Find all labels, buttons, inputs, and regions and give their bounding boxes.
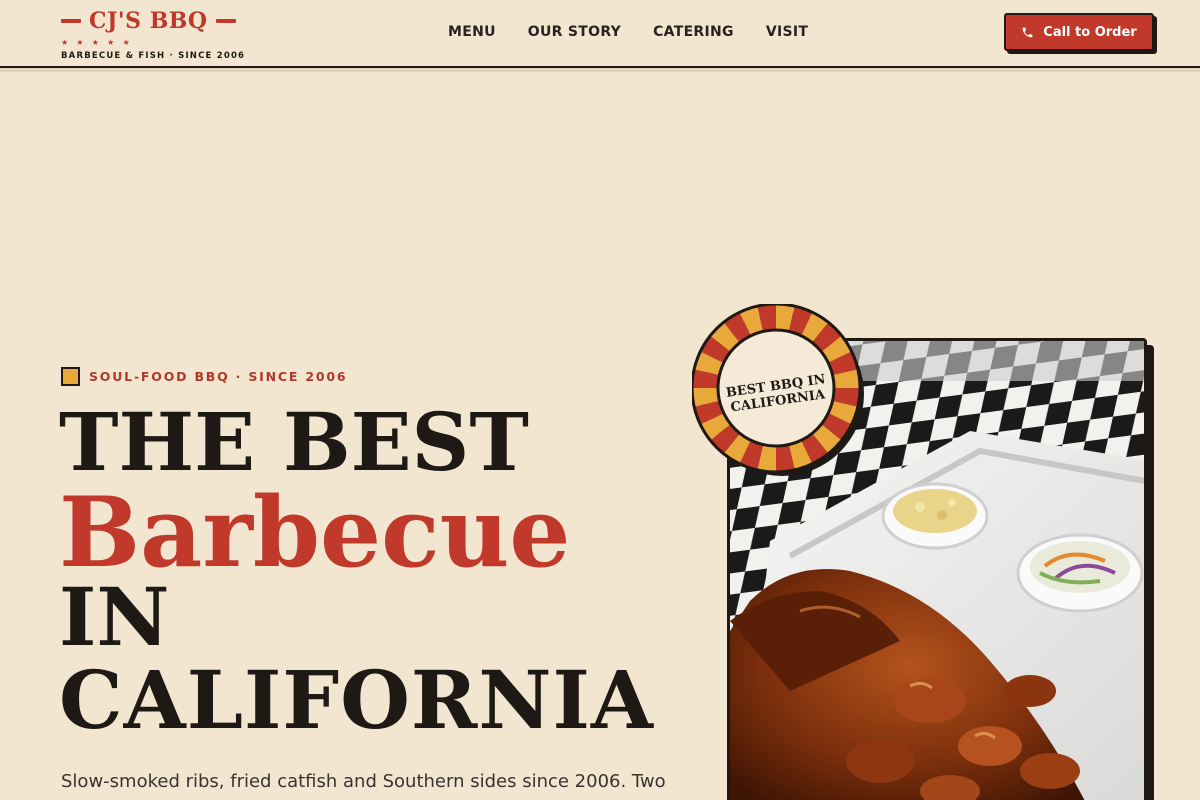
headline-line-1: THE BEST [59, 395, 529, 489]
header-shadow [0, 68, 1200, 72]
eyebrow-square-icon [61, 367, 80, 386]
headline-line-2: Barbecue [59, 476, 571, 589]
phone-icon [1022, 27, 1033, 37]
nav-item-our-story[interactable]: OUR STORY [528, 23, 621, 41]
headline-line-4: CALIFORNIA [59, 653, 654, 747]
logo-stars-icon: ★ ★ ★ ★ ★ [61, 38, 133, 47]
nav-item-visit[interactable]: VISIT [766, 23, 808, 41]
main-nav: MENU OUR STORY CATERING VISIT [448, 23, 840, 41]
nav-item-menu[interactable]: MENU [448, 23, 496, 41]
logo-wordmark: CJ'S BBQ [61, 8, 241, 34]
logo-name: CJ'S BBQ [89, 8, 208, 34]
site-header: CJ'S BBQ ★ ★ ★ ★ ★ BARBECUE & FISH · SIN… [0, 0, 1200, 68]
headline-line-3: IN [59, 570, 170, 664]
logo-right-dash [215, 19, 236, 23]
cta-label: Call to Order [1043, 24, 1137, 40]
hero-eyebrow: SOUL-FOOD BBQ · SINCE 2006 [61, 367, 347, 386]
logo-left-dash [61, 19, 81, 23]
logo-tagline: BARBECUE & FISH · SINCE 2006 [61, 51, 246, 61]
hero-lede: Slow-smoked ribs, fried catfish and Sout… [61, 771, 666, 792]
call-to-order-button[interactable]: Call to Order [1004, 13, 1154, 51]
nav-item-catering[interactable]: CATERING [653, 23, 734, 41]
best-bbq-badge: BEST BBQ IN CALIFORNIA [692, 304, 864, 476]
eyebrow-text: SOUL-FOOD BBQ · SINCE 2006 [89, 369, 348, 384]
logo[interactable]: CJ'S BBQ ★ ★ ★ ★ ★ BARBECUE & FISH · SIN… [61, 8, 246, 64]
